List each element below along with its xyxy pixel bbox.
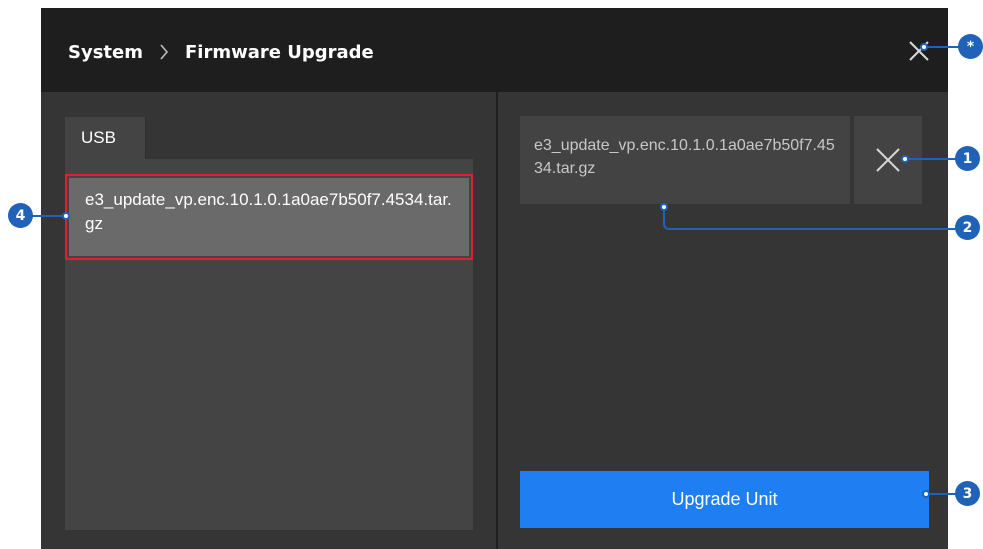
breadcrumb-system[interactable]: System [68,42,143,63]
callout-dot-1 [901,155,909,163]
callout-dot-star [920,43,928,51]
tab-usb[interactable]: USB [65,117,146,159]
callout-badge-1: 1 [955,146,980,171]
clear-selection-button[interactable] [854,116,922,204]
callout-badge-star: * [958,34,983,59]
close-icon [876,148,900,172]
callout-badge-3: 3 [955,481,980,506]
callout-line-4 [30,215,66,217]
usb-file-name: e3_update_vp.enc.10.1.0.1a0ae7b50f7.4534… [69,178,469,256]
callout-dot-3 [922,490,930,498]
callout-badge-4: 4 [8,203,33,228]
breadcrumb: System Firmware Upgrade [68,38,374,66]
selected-file-name: e3_update_vp.enc.10.1.0.1a0ae7b50f7.4534… [520,116,850,204]
dialog-header: System Firmware Upgrade [41,8,948,92]
close-icon[interactable] [907,39,931,63]
breadcrumb-firmware-upgrade: Firmware Upgrade [184,41,374,63]
callout-line-2 [663,208,965,230]
callout-dot-4 [62,212,70,220]
callout-badge-2: 2 [955,215,980,240]
callout-dot-2 [660,203,668,211]
usb-panel: USB e3_update_vp.enc.10.1.0.1a0ae7b50f7.… [41,92,496,549]
usb-file-list: e3_update_vp.enc.10.1.0.1a0ae7b50f7.4534… [65,159,473,530]
upgrade-unit-button[interactable]: Upgrade Unit [520,471,929,528]
upgrade-panel: e3_update_vp.enc.10.1.0.1a0ae7b50f7.4534… [498,92,948,549]
usb-file-item[interactable]: e3_update_vp.enc.10.1.0.1a0ae7b50f7.4534… [65,174,473,260]
firmware-upgrade-dialog: System Firmware Upgrade USB e3_update_vp… [41,8,948,549]
chevron-right-icon [159,43,169,61]
